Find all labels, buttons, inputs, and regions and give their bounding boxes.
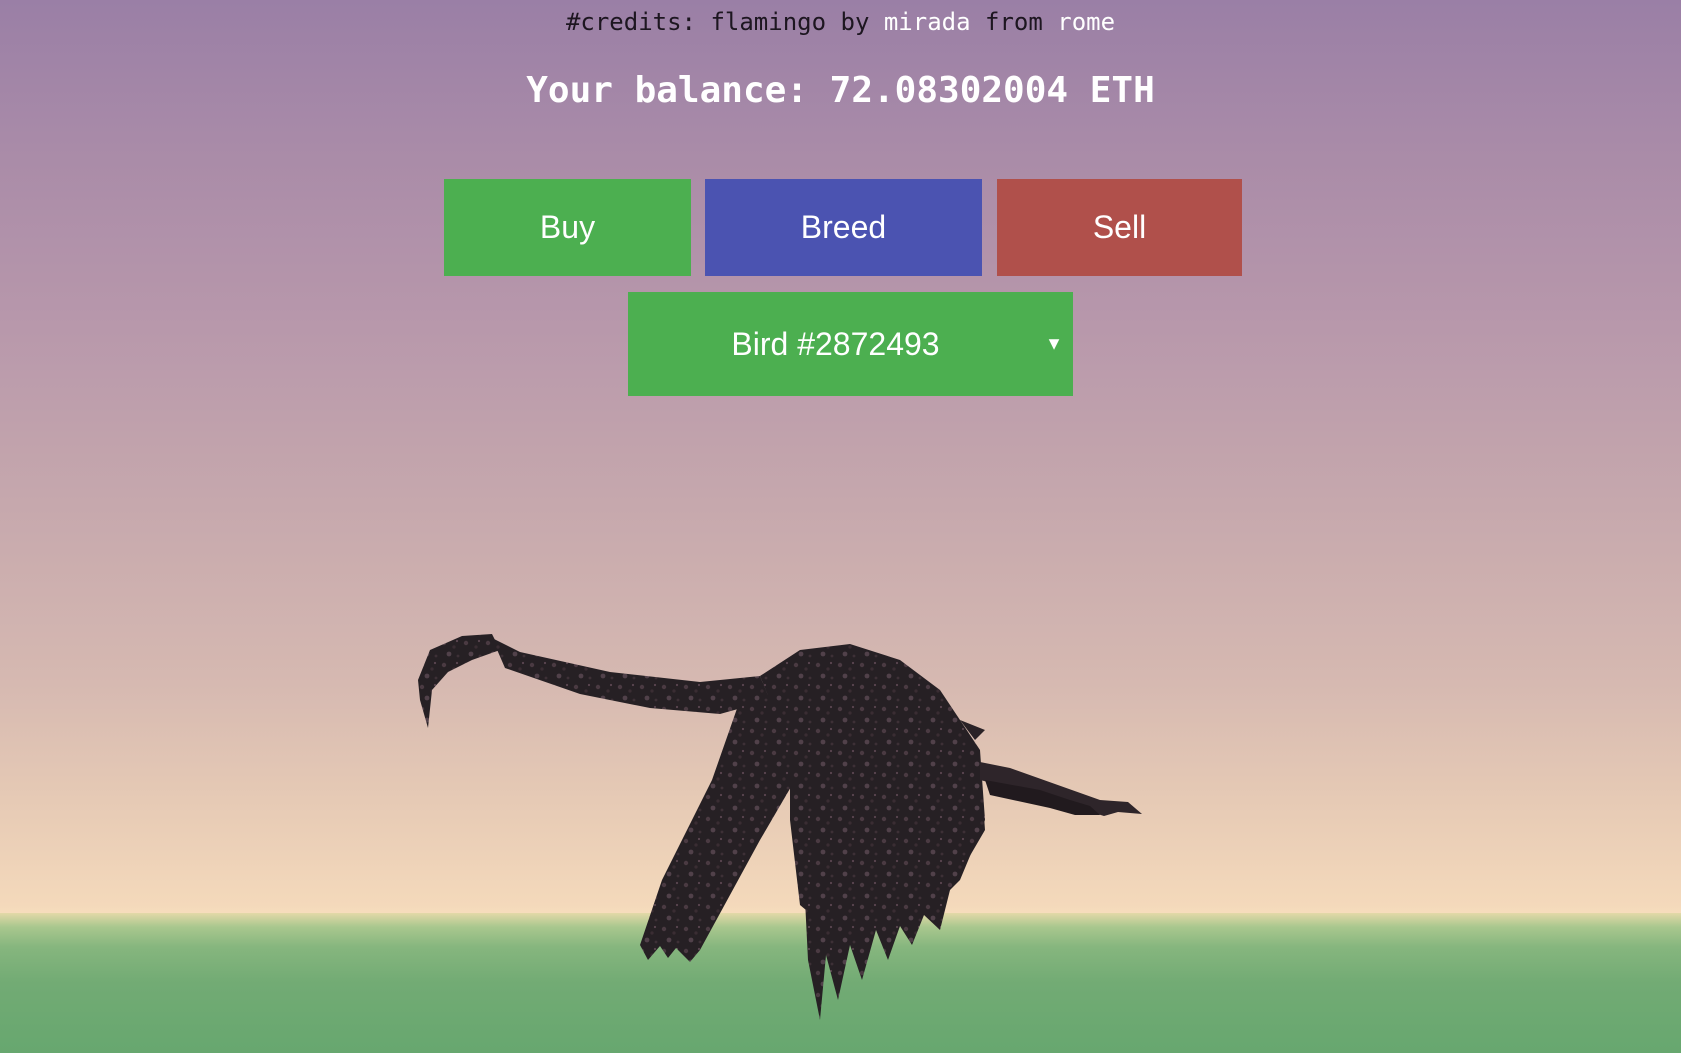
flamingo-3d-model bbox=[418, 634, 1142, 1020]
bird-body bbox=[418, 634, 1142, 1020]
